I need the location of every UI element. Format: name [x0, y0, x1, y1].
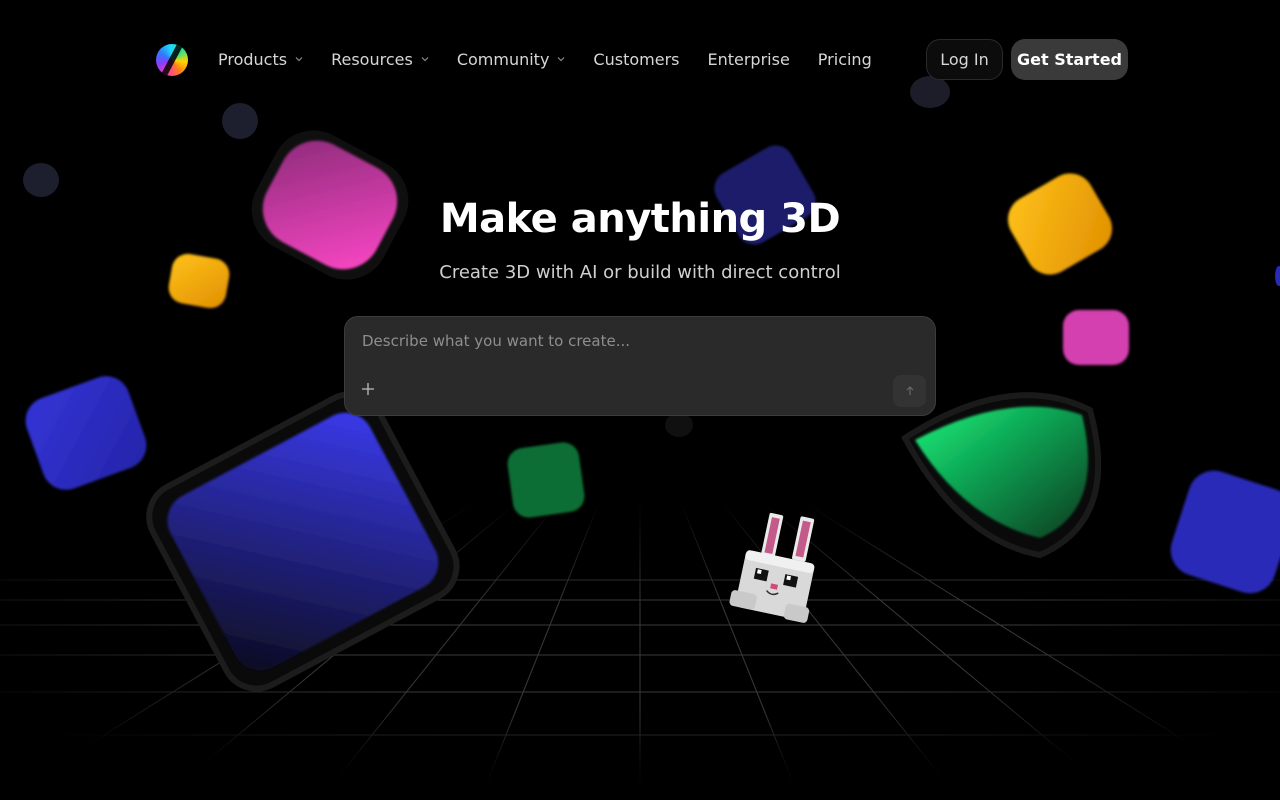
hero-subtitle: Create 3D with AI or build with direct c…	[439, 262, 841, 283]
shape-blue-cube-left	[25, 376, 147, 490]
chevron-down-icon	[295, 57, 303, 62]
nav-community[interactable]: Community	[457, 50, 566, 69]
top-navigation: Products Resources Community Customers E…	[0, 0, 1280, 118]
nav-products[interactable]: Products	[218, 50, 303, 69]
nav-products-label: Products	[218, 49, 288, 69]
nav-resources-label: Resources	[331, 49, 413, 69]
arrow-up-icon	[906, 386, 913, 395]
nav-community-label: Community	[456, 49, 550, 69]
prompt-input[interactable]	[362, 329, 882, 353]
shape-blue-large	[146, 391, 460, 692]
plus-icon[interactable]	[359, 380, 377, 398]
chevron-down-icon	[421, 57, 429, 62]
shape-pebble	[23, 163, 59, 197]
shape-green-large	[901, 392, 1102, 559]
send-button[interactable]	[893, 375, 926, 407]
nav-customers-label: Customers	[593, 49, 680, 69]
shape-pink-small	[1063, 310, 1129, 365]
get-started-button[interactable]: Get Started	[1011, 39, 1128, 80]
nav-links: Products Resources Community Customers E…	[218, 48, 900, 70]
nav-customers[interactable]: Customers	[593, 50, 679, 69]
nav-resources[interactable]: Resources	[331, 50, 429, 69]
shape-green-small	[507, 442, 585, 518]
bunny-figure	[729, 512, 815, 623]
shape-pebble	[665, 413, 693, 437]
prompt-box	[344, 316, 936, 416]
hero-title: Make anything 3D	[439, 196, 841, 242]
nav-enterprise[interactable]: Enterprise	[707, 50, 789, 69]
login-button[interactable]: Log In	[926, 39, 1003, 80]
nav-pricing-label: Pricing	[817, 49, 872, 69]
nav-enterprise-label: Enterprise	[707, 49, 790, 69]
logo-icon[interactable]	[156, 44, 188, 76]
shape-blue-cube-right	[1170, 470, 1280, 594]
nav-pricing[interactable]: Pricing	[818, 50, 872, 69]
chevron-down-icon	[557, 57, 565, 62]
